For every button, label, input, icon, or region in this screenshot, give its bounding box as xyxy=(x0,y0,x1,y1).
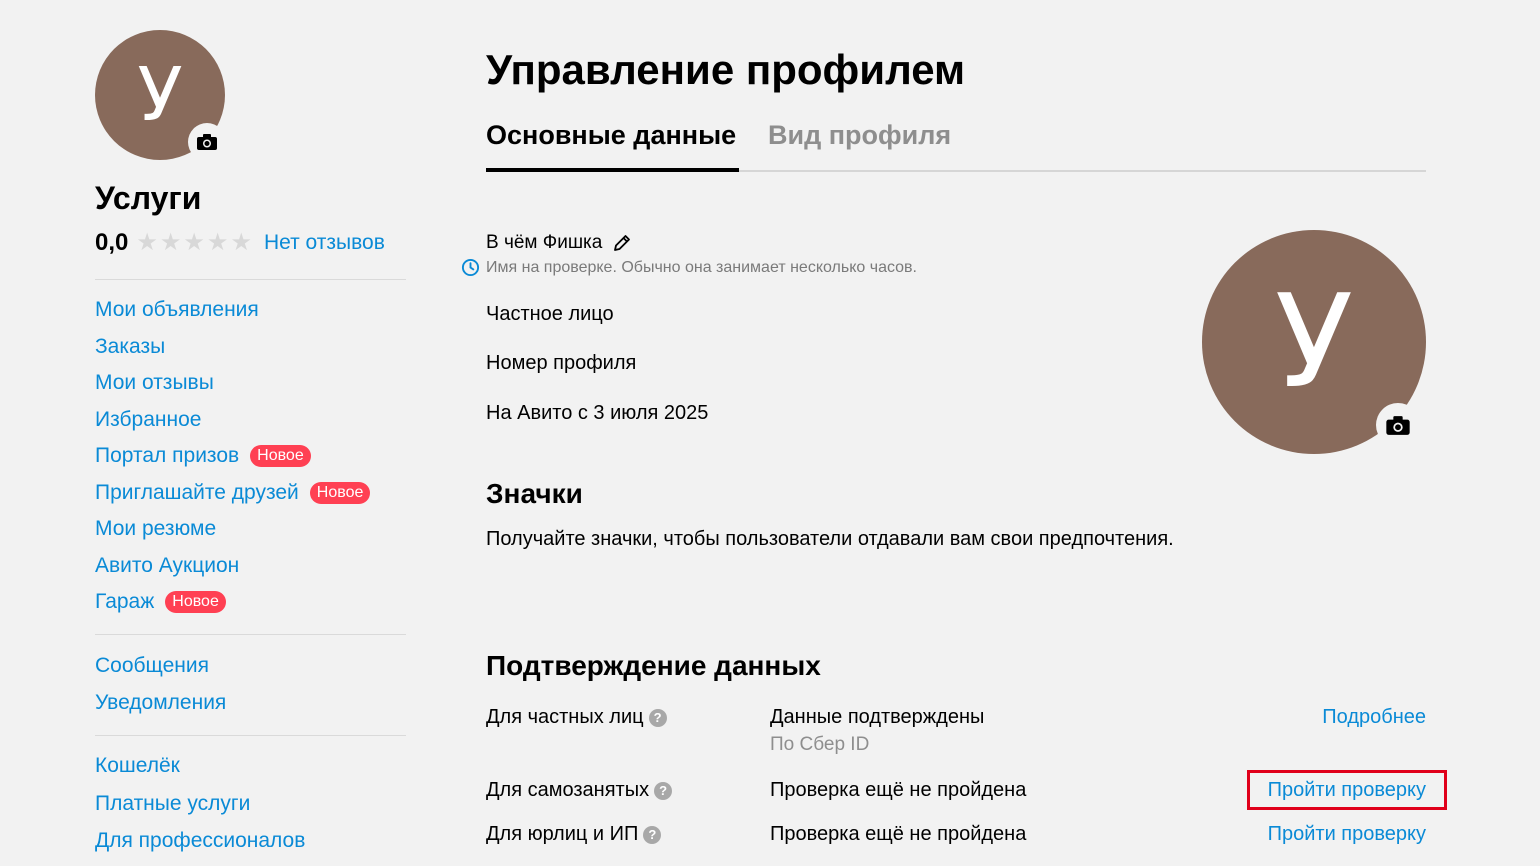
name-review-notice: Имя на проверке. Обычно она занимает нес… xyxy=(461,258,917,277)
profile-name-row: В чём Фишка xyxy=(486,232,632,254)
sidebar-item[interactable]: Мои резюме xyxy=(95,517,216,541)
rating-row: 0,0 ★ ★ ★ ★ ★ Нет отзывов xyxy=(95,228,385,257)
sidebar-item[interactable]: Мои объявления xyxy=(95,298,259,322)
camera-icon xyxy=(1386,415,1410,435)
sidebar-item[interactable]: Портал призов Новое xyxy=(95,444,311,468)
sidebar-item-label: Избранное xyxy=(95,407,202,431)
sidebar-item-label: Гараж xyxy=(95,590,155,613)
change-avatar-button[interactable] xyxy=(188,123,226,161)
reviews-link[interactable]: Нет отзывов xyxy=(264,231,385,255)
row-label-text: Для частных лиц xyxy=(486,706,644,728)
sidebar-item[interactable]: Гараж Новое xyxy=(95,590,226,614)
row-label-text: Для самозанятых xyxy=(486,779,650,801)
sidebar-item-label: Мои объявления xyxy=(95,298,259,321)
new-badge: Новое xyxy=(165,591,226,613)
verification-row-status: Данные подтверждены xyxy=(770,706,985,728)
verification-row-status: Проверка ещё не пройдена xyxy=(770,823,1027,845)
start-verification-button[interactable]: Пройти проверку xyxy=(1268,779,1426,802)
star-icon: ★ xyxy=(136,229,158,256)
new-badge: Новое xyxy=(309,481,371,504)
sidebar-item-label: Кошелёк xyxy=(95,754,180,777)
star-icon: ★ xyxy=(159,229,182,256)
star-icon: ★ xyxy=(183,229,205,256)
active-tab-indicator xyxy=(486,168,739,172)
change-profile-photo-button[interactable] xyxy=(1376,403,1420,447)
avatar-letter: У xyxy=(1275,267,1353,417)
sidebar-item[interactable]: Уведомления xyxy=(95,691,226,715)
sidebar-item-label: Заказы xyxy=(95,334,166,358)
pencil-icon[interactable] xyxy=(612,233,632,253)
badges-title: Значки xyxy=(486,478,583,509)
sidebar-divider xyxy=(95,279,406,280)
camera-icon xyxy=(197,134,217,150)
verification-row-label: Для частных лиц? xyxy=(486,706,667,729)
page-title: Управление профилем xyxy=(486,46,966,93)
rating-value: 0,0 xyxy=(95,228,129,256)
sidebar-item-label: Для профессионалов xyxy=(95,829,306,852)
sidebar-item[interactable]: Для профессионалов xyxy=(95,829,305,853)
sidebar-item-label: Мои отзывы xyxy=(95,371,214,394)
verification-row-label: Для юрлиц и ИП? xyxy=(486,823,662,846)
sidebar-item[interactable]: Мои отзывы xyxy=(95,371,214,395)
sidebar-item[interactable]: Избранное xyxy=(95,408,201,432)
avatar-letter: У xyxy=(137,52,183,138)
sidebar-item[interactable]: Сообщения xyxy=(95,654,209,678)
sidebar-item[interactable]: Заказы xyxy=(95,335,165,359)
profile-display-name: В чём Фишка xyxy=(486,232,603,253)
details-link[interactable]: Подробнее xyxy=(1322,706,1426,729)
sidebar-item[interactable]: Платные услуги xyxy=(95,792,250,816)
star-icon: ★ xyxy=(206,229,229,256)
clock-icon xyxy=(461,258,480,277)
sidebar-item-label: Портал призов xyxy=(95,444,240,467)
verification-row-substatus: По Сбер ID xyxy=(770,734,870,755)
sidebar-item[interactable]: Кошелёк xyxy=(95,754,180,778)
sidebar-item-label: Авито Аукцион xyxy=(95,553,240,577)
sidebar-item-label: Сообщения xyxy=(95,654,209,677)
verification-row-label: Для самозанятых? xyxy=(486,779,673,802)
question-icon[interactable]: ? xyxy=(643,825,662,844)
sidebar-item-label: Платные услуги xyxy=(95,791,251,815)
question-icon[interactable]: ? xyxy=(648,708,667,727)
new-badge: Новое xyxy=(250,445,311,467)
badges-description: Получайте значки, чтобы пользователи отд… xyxy=(486,528,1174,550)
star-icon: ★ xyxy=(230,229,252,256)
notice-text: Имя на проверке. Обычно она занимает нес… xyxy=(486,258,917,276)
question-icon[interactable]: ? xyxy=(654,781,673,800)
sidebar-divider xyxy=(95,634,406,635)
tab-profile-view[interactable]: Вид профиля xyxy=(768,120,951,151)
sidebar-item-label: Приглашайте друзей xyxy=(95,480,299,504)
profile-name: Услуги xyxy=(95,180,202,216)
verification-row-status: Проверка ещё не пройдена xyxy=(770,779,1027,801)
sidebar-item[interactable]: Авито Аукцион xyxy=(95,554,239,578)
tab-main-data[interactable]: Основные данные xyxy=(486,120,736,151)
sidebar-item[interactable]: Приглашайте друзей Новое xyxy=(95,480,371,505)
row-label-text: Для юрлиц и ИП xyxy=(486,823,639,845)
sidebar-item-label: Уведомления xyxy=(95,691,227,714)
profile-number-label: Номер профиля xyxy=(486,352,637,374)
member-since: На Авито с 3 июля 2025 xyxy=(486,402,709,424)
verification-title: Подтверждение данных xyxy=(486,650,821,681)
sidebar-item-label: Мои резюме xyxy=(95,517,217,540)
start-verification-button[interactable]: Пройти проверку xyxy=(1268,823,1426,846)
sidebar-divider xyxy=(95,735,406,736)
account-type: Частное лицо xyxy=(486,303,614,325)
